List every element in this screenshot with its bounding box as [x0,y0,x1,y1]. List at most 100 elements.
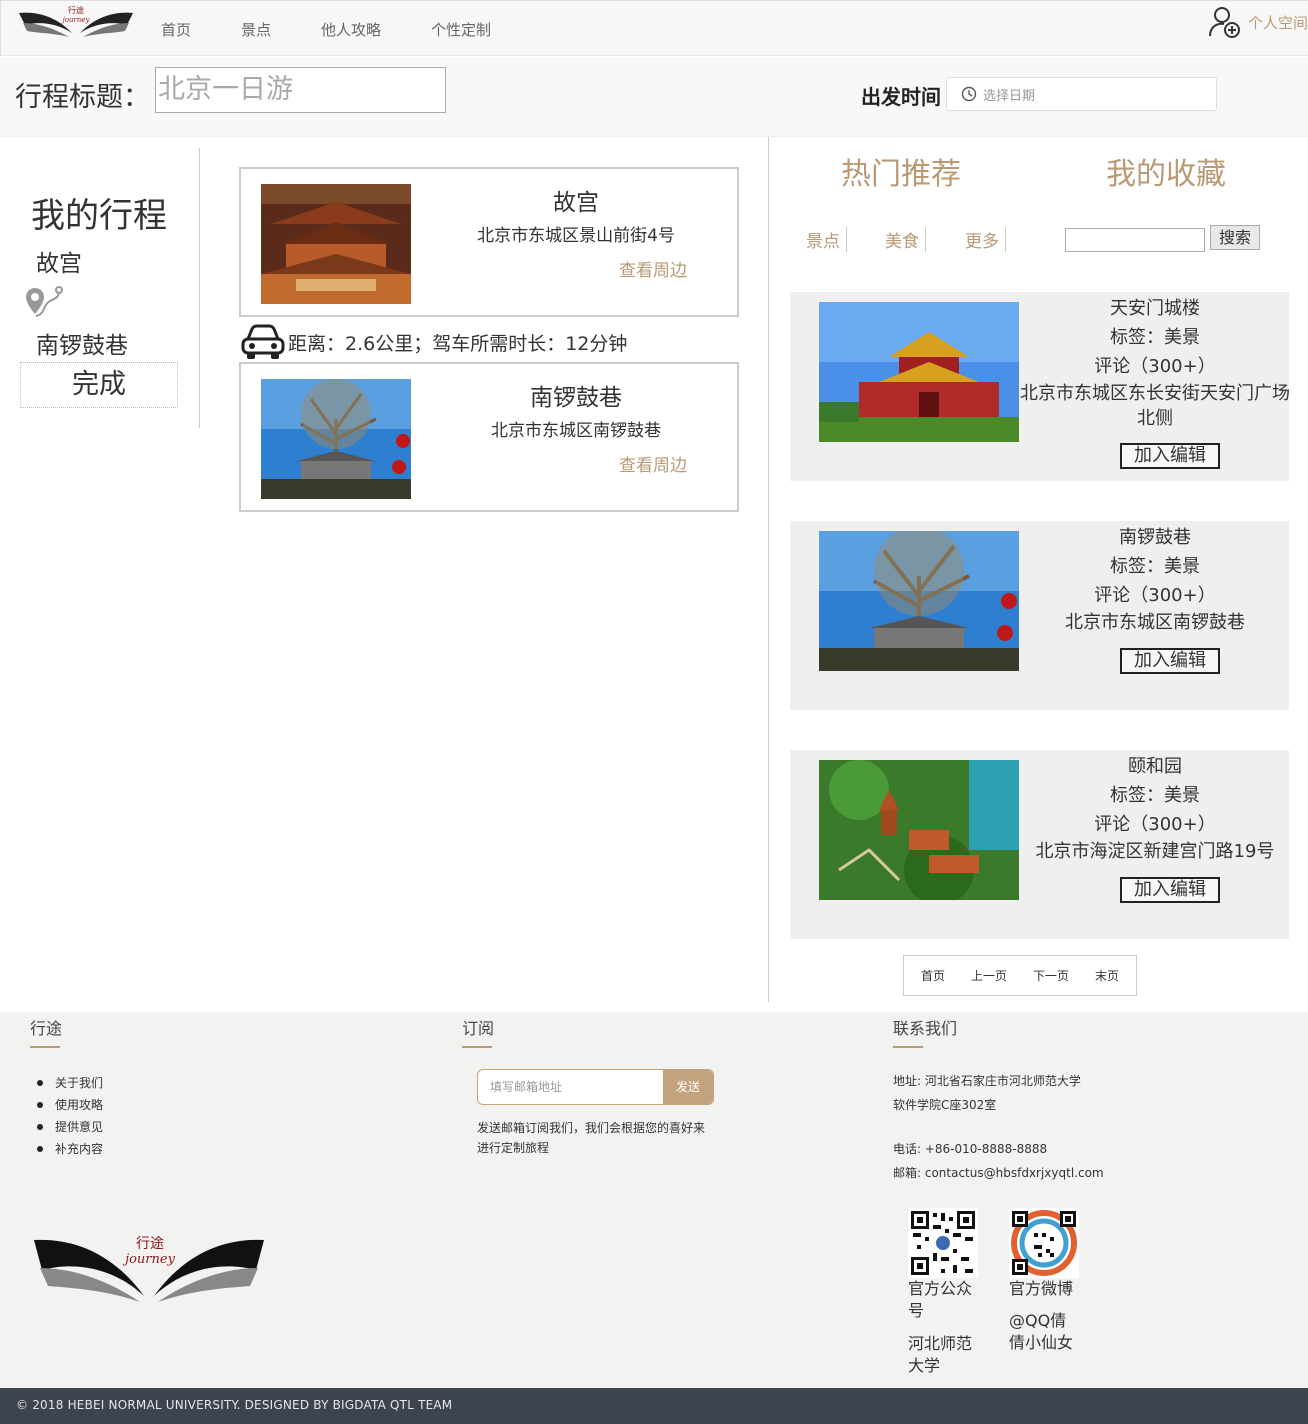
recommend-address: 北京市海淀区新建宫门路19号 [1035,841,1275,862]
filter-attractions[interactable]: 景点 [806,227,847,252]
recommend-comments[interactable]: 评论（300+） [1020,581,1290,610]
recommend-item: 颐和园 标签：美景 评论（300+） 北京市海淀区新建宫门路19号 加入编辑 [790,750,1289,939]
date-placeholder: 选择日期 [983,88,1036,104]
wechat-qr-code [908,1208,978,1278]
recommend-tag: 标签：美景 [1110,556,1200,577]
footer-link-feedback[interactable]: 提供意见 [36,1116,103,1138]
clock-icon [961,86,977,102]
trip-title-input[interactable]: 北京一日游 [155,67,446,113]
depart-time-label: 出发时间 [861,85,941,109]
contact-phone: 电话: +86-010-8888-8888 [893,1142,1048,1156]
card-address: 北京市东城区景山前街4号 [477,226,675,246]
nanluoguxiang-photo [819,531,1019,671]
trip-card: 南锣鼓巷 北京市东城区南锣鼓巷 查看周边 [239,362,739,512]
user-area[interactable]: 个人空间 [1208,5,1308,39]
footer-link-supplement[interactable]: 补充内容 [36,1138,103,1160]
recommend-address: 北京市东城区东长安街天安门广场北侧 [1020,383,1290,429]
footer-divider [30,1046,60,1048]
footer-links: 关于我们 使用攻略 提供意见 补充内容 [36,1072,103,1160]
summer-palace-photo [819,760,1019,900]
recommend-item: 天安门城楼 标签：美景 评论（300+） 北京市东城区东长安街天安门广场北侧 加… [790,292,1290,481]
add-to-edit-button[interactable]: 加入编辑 [1120,648,1220,674]
top-nav: 行途 journey 首页 景点 他人攻略 个性定制 个人空间 [0,0,1308,56]
card-title: 南锣鼓巷 [530,385,622,411]
recommend-name: 天安门城楼 [1110,298,1200,319]
contact-address-line2: 软件学院C座302室 [893,1098,997,1112]
forbidden-city-photo [261,184,411,304]
recommend-comments[interactable]: 评论（300+） [1020,810,1290,839]
done-button[interactable]: 完成 [20,362,178,408]
itinerary-item[interactable]: 南锣鼓巷 [36,326,128,360]
card-title: 故宫 [553,190,599,216]
nav-guides[interactable]: 他人攻略 [321,19,381,40]
tiananmen-photo [819,302,1019,442]
footer-divider [462,1046,492,1048]
distance-text: 距离：2.6公里；驾车所需时长：12分钟 [288,332,628,355]
page-prev[interactable]: 上一页 [971,967,1007,984]
contact-address: 地址: 河北省石家庄市河北师范大学 [893,1074,1081,1088]
tab-my-favorites[interactable]: 我的收藏 [1106,149,1226,193]
recommend-item: 南锣鼓巷 标签：美景 评论（300+） 北京市东城区南锣鼓巷 加入编辑 [790,521,1289,710]
footer-link-guide[interactable]: 使用攻略 [36,1094,103,1116]
recommend-info: 南锣鼓巷 标签：美景 评论（300+） 北京市东城区南锣鼓巷 [1020,523,1290,635]
page-last[interactable]: 末页 [1095,967,1119,984]
logo[interactable]: 行途 journey [17,3,135,43]
filter-more[interactable]: 更多 [965,227,1006,252]
nav-home[interactable]: 首页 [161,19,191,40]
add-to-edit-button[interactable]: 加入编辑 [1120,877,1220,903]
footer-contact-title: 联系我们 [893,1019,958,1038]
footer-divider [893,1046,923,1048]
nav-attractions[interactable]: 景点 [241,19,271,40]
view-nearby-link[interactable]: 查看周边 [619,451,687,476]
email-input[interactable]: 填写邮箱地址 [478,1070,665,1104]
trip-title-label: 行程标题： [15,82,150,113]
footer-brand-title: 行途 [30,1019,63,1038]
itinerary-panel: 我的行程 故宫 南锣鼓巷 完成 [0,148,200,428]
pagination: 首页 上一页 下一页 末页 [903,955,1137,996]
footer-logo: 行途 journey [34,1235,264,1302]
search-input[interactable] [1065,228,1205,252]
tab-hot-recommend[interactable]: 热门推荐 [841,149,961,193]
weibo-qr-code [1009,1208,1079,1278]
recommend-panel: 热门推荐 我的收藏 景点 美食 更多 搜索 天安门城楼 标签：美景 评论（300… [768,137,1308,1002]
itinerary-heading: 我的行程 [31,196,167,236]
recommend-info: 天安门城楼 标签：美景 评论（300+） 北京市东城区东长安街天安门广场北侧 [1020,294,1290,431]
logo-text: 行途 [68,5,84,15]
itinerary-item[interactable]: 故宫 [36,244,82,278]
car-icon [241,324,285,359]
send-button[interactable]: 发送 [663,1070,713,1104]
copyright-bar: © 2018 HEBEI NORMAL UNIVERSITY. DESIGNED… [0,1388,1308,1424]
subscribe-form: 填写邮箱地址 发送 [477,1069,714,1105]
trip-card: 故宫 北京市东城区景山前街4号 查看周边 [239,167,739,317]
page-first[interactable]: 首页 [921,967,945,984]
title-bar: 行程标题： 北京一日游 出发时间 选择日期 [0,57,1308,137]
footer-logo-sub: journey [122,1252,176,1267]
wechat-caption: 官方公众号 [908,1279,973,1320]
personal-space-link[interactable]: 个人空间 [1248,12,1308,33]
user-add-icon[interactable] [1208,5,1242,39]
date-picker[interactable]: 选择日期 [946,77,1217,111]
footer-logo-text: 行途 [136,1235,164,1252]
distance-info: 距离：2.6公里；驾车所需时长：12分钟 [240,322,627,362]
recommend-info: 颐和园 标签：美景 评论（300+） 北京市海淀区新建宫门路19号 [1020,752,1290,864]
nav-links: 首页 景点 他人攻略 个性定制 [161,1,541,57]
recommend-tag: 标签：美景 [1110,785,1200,806]
recommend-name: 颐和园 [1128,756,1182,777]
footer: 行途 关于我们 使用攻略 提供意见 补充内容 订阅 填写邮箱地址 发送 发送邮箱… [0,1012,1308,1388]
search-button[interactable]: 搜索 [1210,225,1260,250]
footer-link-about[interactable]: 关于我们 [36,1072,103,1094]
subscribe-description: 发送邮箱订阅我们，我们会根据您的喜好来进行定制旅程 [477,1121,706,1155]
recommend-comments[interactable]: 评论（300+） [1020,352,1290,381]
filter-food[interactable]: 美食 [885,227,926,252]
nav-custom[interactable]: 个性定制 [431,19,491,40]
wechat-account-name: 河北师范大学 [908,1334,973,1375]
recommend-name: 南锣鼓巷 [1119,527,1191,548]
recommend-address: 北京市东城区南锣鼓巷 [1065,612,1245,633]
contact-email[interactable]: 邮箱: contactus@hbsfdxrjxyqtl.com [893,1164,1104,1181]
route-icon [26,286,63,317]
recommend-tag: 标签：美景 [1110,327,1200,348]
add-to-edit-button[interactable]: 加入编辑 [1120,443,1220,469]
copyright-text: © 2018 HEBEI NORMAL UNIVERSITY. DESIGNED… [16,1398,453,1412]
page-next[interactable]: 下一页 [1033,967,1069,984]
view-nearby-link[interactable]: 查看周边 [619,256,687,281]
